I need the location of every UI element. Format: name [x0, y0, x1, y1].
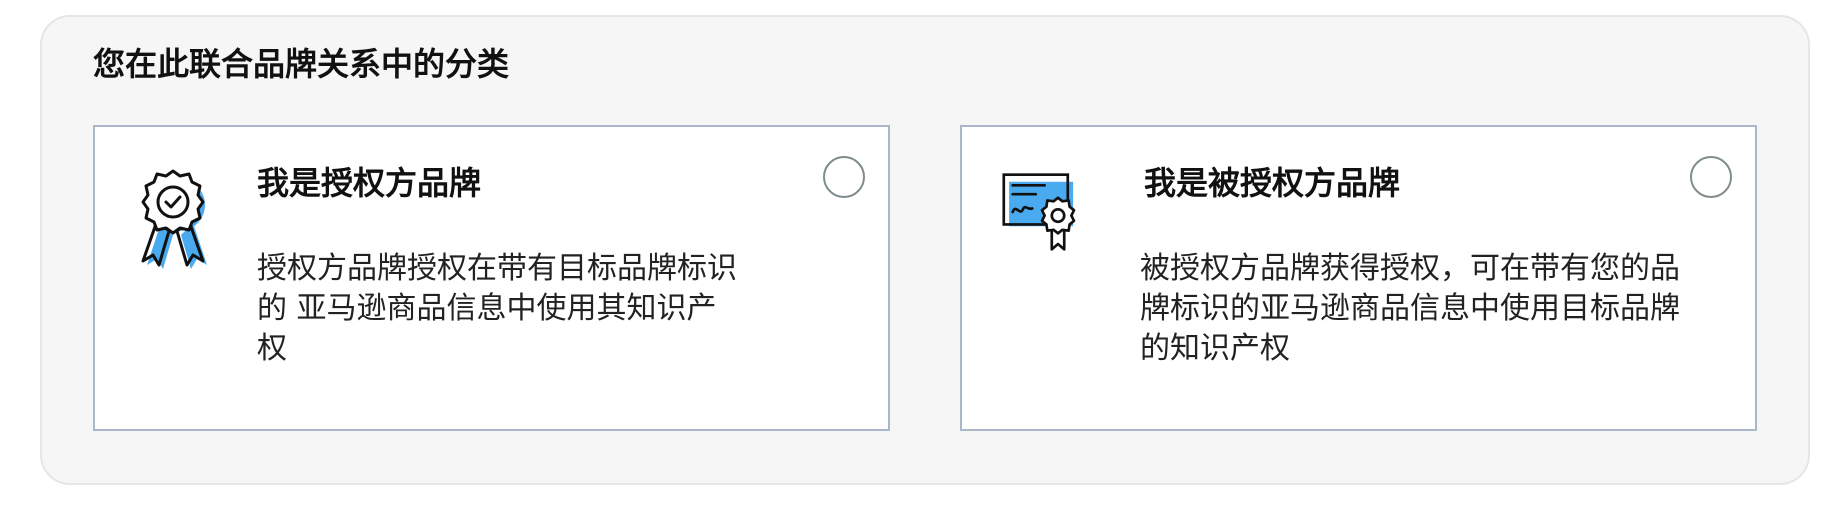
licensee-radio-button[interactable]: [1690, 156, 1732, 198]
option-title: 我是授权方品牌: [257, 164, 482, 202]
option-description: 授权方品牌授权在带有目标品牌标识的 亚马逊商品信息中使用其知识产权: [257, 251, 737, 366]
option-description: 被授权方品牌获得授权，可在带有您的品牌标识的亚马逊商品信息中使用目标品牌的知识产…: [1140, 251, 1680, 366]
licensor-radio-button[interactable]: [823, 156, 865, 198]
licensee-option-card[interactable]: 我是被授权方品牌 被授权方品牌获得授权，可在带有您的品牌标识的亚马逊商品信息中使…: [960, 125, 1757, 431]
section-title: 您在此联合品牌关系中的分类: [93, 45, 510, 83]
certificate-icon: [1002, 173, 1076, 251]
option-title: 我是被授权方品牌: [1144, 164, 1401, 202]
licensor-option-card[interactable]: 我是授权方品牌 授权方品牌授权在带有目标品牌标识的 亚马逊商品信息中使用其知识产…: [93, 125, 890, 431]
award-ribbon-icon: [141, 169, 207, 269]
